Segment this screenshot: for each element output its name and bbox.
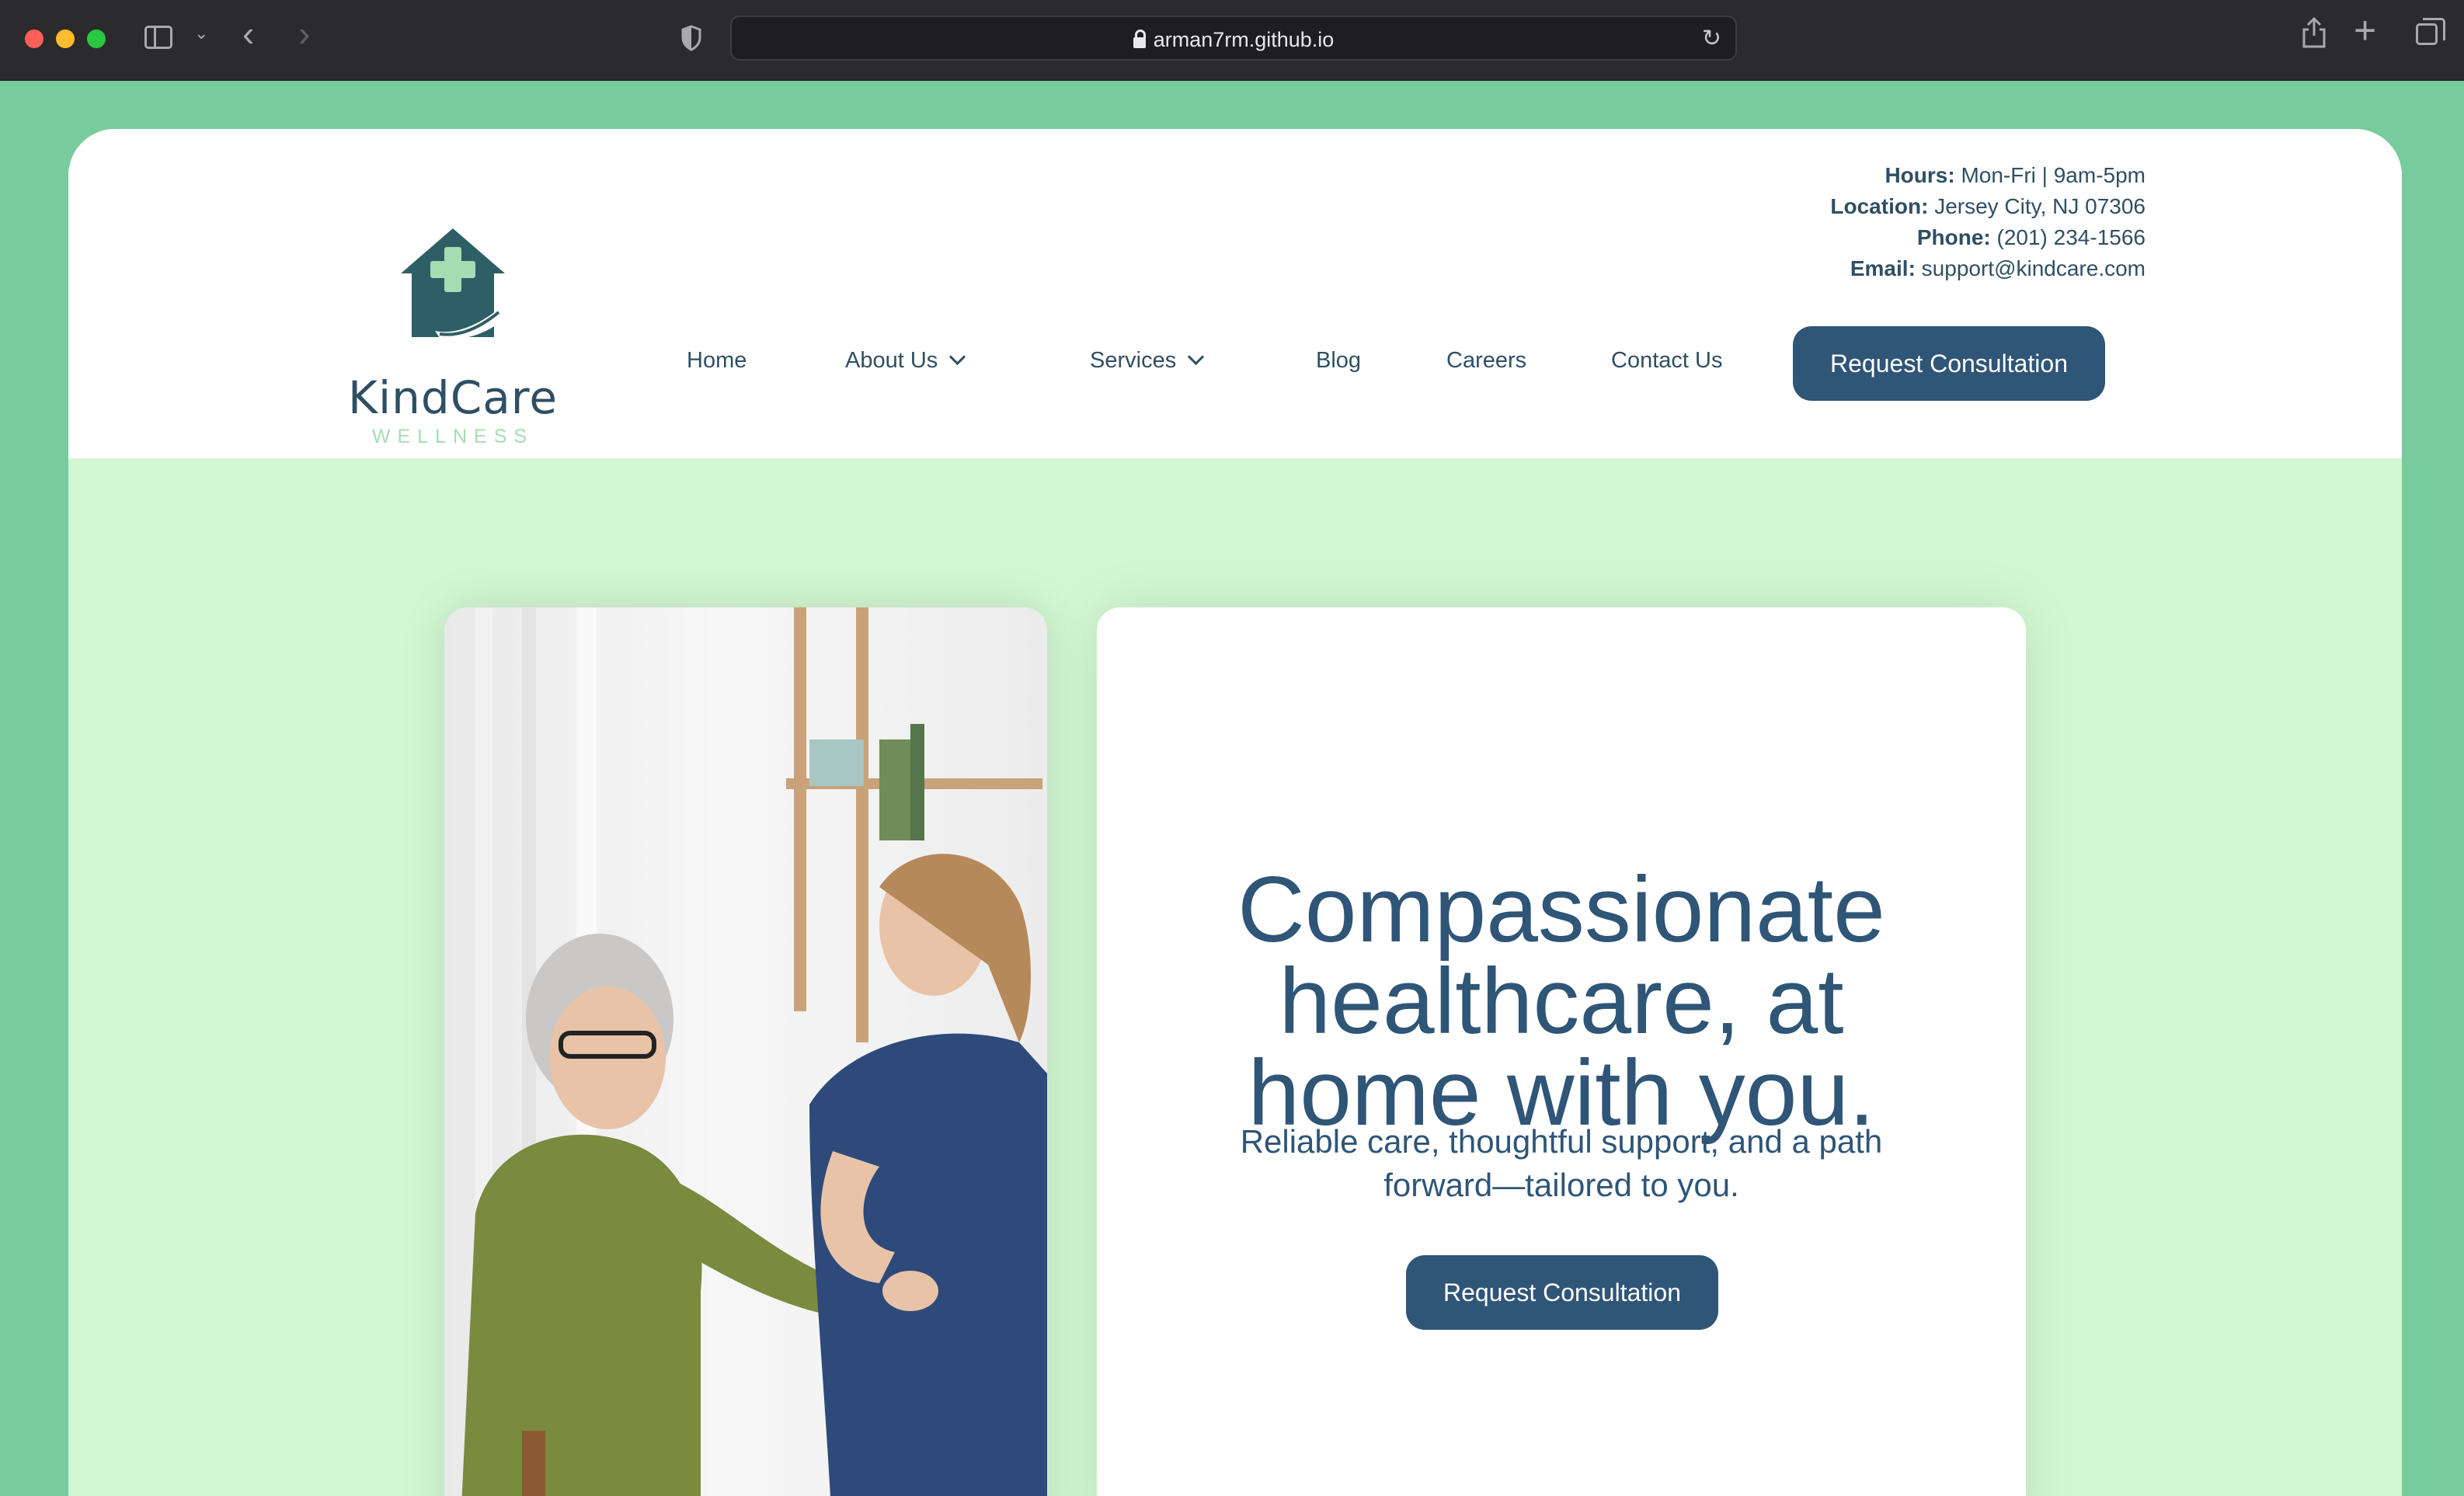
tab-overview-icon[interactable] — [2416, 18, 2445, 45]
chevron-down-icon[interactable]: ⌄ — [194, 23, 208, 43]
hero-title-line-2: healthcare, at — [1279, 949, 1844, 1054]
share-icon[interactable] — [2301, 17, 2327, 48]
nav-about-label: About Us — [845, 348, 938, 373]
email-label: Email: — [1850, 256, 1916, 280]
lock-icon — [1133, 30, 1146, 48]
caregiver-photo-illustration — [444, 607, 1047, 1496]
logo-wordmark: KindCare — [348, 371, 559, 424]
contact-info: Hours: Mon-Fri | 9am-5pm Location: Jerse… — [1830, 160, 2146, 284]
chevron-down-icon — [949, 348, 966, 366]
phone-label: Phone: — [1916, 225, 1991, 249]
phone-line: Phone: (201) 234-1566 — [1830, 222, 2146, 253]
hours-line: Hours: Mon-Fri | 9am-5pm — [1830, 160, 2146, 191]
website-frame: KindCare WELLNESS Hours: Mon-Fri | 9am-5… — [68, 129, 2402, 1496]
phone-value[interactable]: (201) 234-1566 — [1997, 225, 2146, 249]
hero-title-line-1: Compassionate — [1237, 858, 1885, 962]
nav-contact-us[interactable]: Contact Us — [1611, 348, 1722, 374]
house-cross-logo-icon — [401, 228, 511, 340]
hours-label: Hours: — [1885, 163, 1955, 187]
kindcare-logo[interactable]: KindCare WELLNESS — [348, 199, 659, 447]
nav-about-us[interactable]: About Us — [845, 348, 966, 374]
email-line: Email: support@kindcare.com — [1830, 253, 2146, 284]
nav-blog[interactable]: Blog — [1316, 348, 1361, 374]
nav-careers[interactable]: Careers — [1446, 348, 1526, 374]
back-arrow-icon[interactable]: ‹ — [242, 16, 254, 51]
address-bar[interactable]: arman7rm.github.io ↻ — [730, 16, 1737, 61]
browser-toolbar: ⌄ ‹ › arman7rm.github.io ↻ + — [0, 0, 2464, 81]
location-label: Location: — [1830, 194, 1929, 218]
site-header: KindCare WELLNESS Hours: Mon-Fri | 9am-5… — [68, 129, 2402, 458]
close-window-button[interactable] — [25, 30, 44, 48]
header-request-consultation-button[interactable]: Request Consultation — [1793, 326, 2105, 401]
logo-tagline: WELLNESS — [371, 426, 534, 447]
hero-title: Compassionate healthcare, at home with y… — [1097, 863, 2026, 1139]
hero-photo-caregiver-with-senior — [444, 607, 1047, 1496]
url-text: arman7rm.github.io — [1153, 28, 1335, 51]
reload-icon[interactable]: ↻ — [1702, 25, 1721, 52]
minimize-window-button[interactable] — [56, 30, 75, 48]
nav-home[interactable]: Home — [687, 348, 747, 374]
new-tab-icon[interactable]: + — [2354, 11, 2376, 50]
privacy-shield-icon[interactable] — [680, 25, 702, 51]
hero-subtitle: Reliable care, thoughtful support, and a… — [1240, 1123, 1883, 1203]
forward-arrow-icon[interactable]: › — [298, 16, 310, 51]
sidebar-toggle-icon[interactable] — [144, 26, 172, 49]
email-value[interactable]: support@kindcare.com — [1922, 256, 2146, 280]
chevron-down-icon — [1188, 348, 1205, 366]
nav-services-label: Services — [1090, 348, 1177, 373]
location-value: Jersey City, NJ 07306 — [1934, 194, 2146, 218]
zoom-window-button[interactable] — [87, 30, 106, 48]
nav-services[interactable]: Services — [1090, 348, 1205, 374]
hours-value: Mon-Fri | 9am-5pm — [1961, 163, 2146, 187]
hero-card: Compassionate healthcare, at home with y… — [1097, 607, 2026, 1496]
hero-request-consultation-button[interactable]: Request Consultation — [1406, 1255, 1718, 1330]
location-line: Location: Jersey City, NJ 07306 — [1830, 191, 2146, 222]
